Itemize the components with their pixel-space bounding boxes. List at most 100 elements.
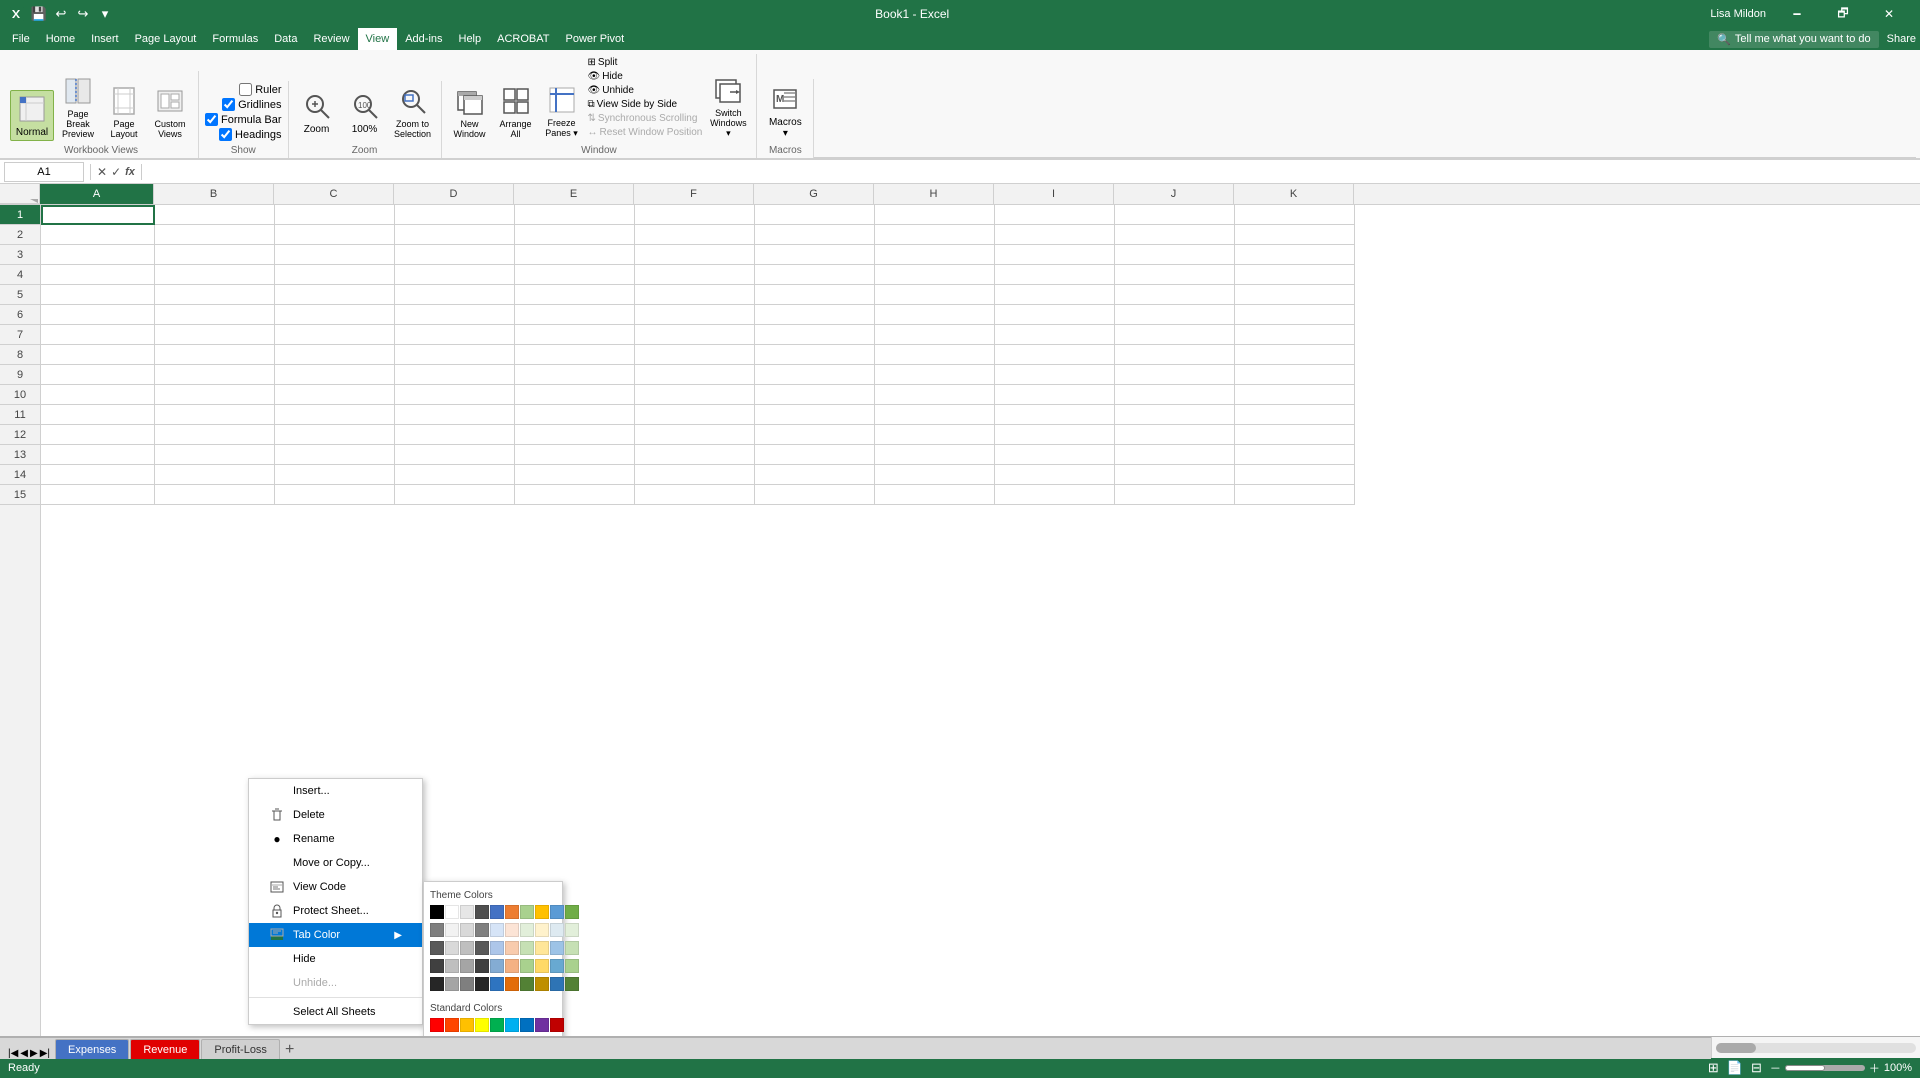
- cell-B12[interactable]: [155, 425, 275, 445]
- page-layout-status-button[interactable]: 📄: [1727, 1060, 1743, 1076]
- color-swatch[interactable]: [460, 923, 474, 937]
- color-swatch[interactable]: [460, 905, 474, 919]
- cell-D1[interactable]: [395, 205, 515, 225]
- confirm-formula-button[interactable]: ✓: [111, 165, 121, 179]
- cell-D8[interactable]: [395, 345, 515, 365]
- menu-acrobat[interactable]: ACROBAT: [489, 28, 557, 50]
- sheet-tab-revenue[interactable]: Revenue: [130, 1039, 200, 1059]
- macros-button[interactable]: M Macros ▾: [763, 81, 807, 141]
- color-swatch[interactable]: [550, 959, 564, 973]
- color-swatch[interactable]: [565, 959, 579, 973]
- row-header-5[interactable]: 5: [0, 285, 40, 305]
- cell-H11[interactable]: [875, 405, 995, 425]
- cell-B3[interactable]: [155, 245, 275, 265]
- close-button[interactable]: ✕: [1866, 0, 1912, 28]
- cell-J9[interactable]: [1115, 365, 1235, 385]
- cell-C12[interactable]: [275, 425, 395, 445]
- row-header-7[interactable]: 7: [0, 325, 40, 345]
- color-swatch[interactable]: [550, 977, 564, 991]
- col-header-j[interactable]: J: [1114, 184, 1234, 204]
- col-header-a[interactable]: A: [40, 184, 154, 204]
- row-header-4[interactable]: 4: [0, 265, 40, 285]
- h-scroll-thumb[interactable]: [1716, 1043, 1756, 1053]
- cell-F6[interactable]: [635, 305, 755, 325]
- ctx-move-copy[interactable]: Move or Copy...: [249, 851, 422, 875]
- cell-E10[interactable]: [515, 385, 635, 405]
- cell-D7[interactable]: [395, 325, 515, 345]
- cell-C3[interactable]: [275, 245, 395, 265]
- ctx-view-code[interactable]: View Code: [249, 875, 422, 899]
- cell-H6[interactable]: [875, 305, 995, 325]
- row-header-10[interactable]: 10: [0, 385, 40, 405]
- cell-A15[interactable]: [41, 485, 155, 505]
- col-header-k[interactable]: K: [1234, 184, 1354, 204]
- menu-data[interactable]: Data: [266, 28, 305, 50]
- cell-C10[interactable]: [275, 385, 395, 405]
- cell-I2[interactable]: [995, 225, 1115, 245]
- color-swatch[interactable]: [535, 959, 549, 973]
- standard-color-swatch[interactable]: [550, 1018, 564, 1032]
- cell-E5[interactable]: [515, 285, 635, 305]
- cell-D3[interactable]: [395, 245, 515, 265]
- color-swatch[interactable]: [430, 941, 444, 955]
- cell-E11[interactable]: [515, 405, 635, 425]
- cell-G11[interactable]: [755, 405, 875, 425]
- zoom-slider[interactable]: [1785, 1065, 1865, 1071]
- cell-D15[interactable]: [395, 485, 515, 505]
- color-swatch[interactable]: [565, 977, 579, 991]
- page-break-preview-button[interactable]: Page BreakPreview: [56, 73, 100, 141]
- cell-I1[interactable]: [995, 205, 1115, 225]
- sheet-tab-profit-loss[interactable]: Profit-Loss: [201, 1039, 280, 1059]
- cell-H4[interactable]: [875, 265, 995, 285]
- headings-checkbox[interactable]: [219, 128, 232, 141]
- cell-H10[interactable]: [875, 385, 995, 405]
- color-swatch[interactable]: [460, 977, 474, 991]
- menu-power-pivot[interactable]: Power Pivot: [557, 28, 632, 50]
- cell-G7[interactable]: [755, 325, 875, 345]
- undo-button[interactable]: ↩: [52, 5, 70, 23]
- cell-J4[interactable]: [1115, 265, 1235, 285]
- zoom-in-button[interactable]: ＋: [1869, 1060, 1880, 1076]
- cell-H15[interactable]: [875, 485, 995, 505]
- standard-color-swatch[interactable]: [490, 1018, 504, 1032]
- cell-A2[interactable]: [41, 225, 155, 245]
- cell-K2[interactable]: [1235, 225, 1355, 245]
- cell-B10[interactable]: [155, 385, 275, 405]
- cell-I4[interactable]: [995, 265, 1115, 285]
- color-swatch[interactable]: [430, 959, 444, 973]
- cell-F2[interactable]: [635, 225, 755, 245]
- cell-F9[interactable]: [635, 365, 755, 385]
- select-all-button[interactable]: [0, 184, 40, 204]
- cell-E14[interactable]: [515, 465, 635, 485]
- menu-file[interactable]: File: [4, 28, 38, 50]
- cell-F11[interactable]: [635, 405, 755, 425]
- arrange-all-button[interactable]: ArrangeAll: [494, 83, 538, 141]
- cell-K1[interactable]: [1235, 205, 1355, 225]
- h-scroll-track[interactable]: [1716, 1043, 1916, 1053]
- cell-J1[interactable]: [1115, 205, 1235, 225]
- ruler-checkbox[interactable]: [239, 83, 252, 96]
- cell-C9[interactable]: [275, 365, 395, 385]
- color-swatch[interactable]: [520, 923, 534, 937]
- cell-I13[interactable]: [995, 445, 1115, 465]
- cell-B15[interactable]: [155, 485, 275, 505]
- cell-K7[interactable]: [1235, 325, 1355, 345]
- formula-input[interactable]: [148, 162, 1916, 182]
- zoom-out-button[interactable]: －: [1770, 1060, 1781, 1076]
- color-swatch[interactable]: [475, 905, 489, 919]
- cell-I15[interactable]: [995, 485, 1115, 505]
- cell-K11[interactable]: [1235, 405, 1355, 425]
- row-header-11[interactable]: 11: [0, 405, 40, 425]
- cell-A7[interactable]: [41, 325, 155, 345]
- cell-J5[interactable]: [1115, 285, 1235, 305]
- color-swatch[interactable]: [565, 923, 579, 937]
- cell-C4[interactable]: [275, 265, 395, 285]
- cell-D14[interactable]: [395, 465, 515, 485]
- cell-D11[interactable]: [395, 405, 515, 425]
- menu-page-layout[interactable]: Page Layout: [127, 28, 205, 50]
- cell-B1[interactable]: [155, 205, 275, 225]
- menu-help[interactable]: Help: [451, 28, 490, 50]
- row-header-1[interactable]: 1: [0, 205, 40, 225]
- cell-K9[interactable]: [1235, 365, 1355, 385]
- cell-J12[interactable]: [1115, 425, 1235, 445]
